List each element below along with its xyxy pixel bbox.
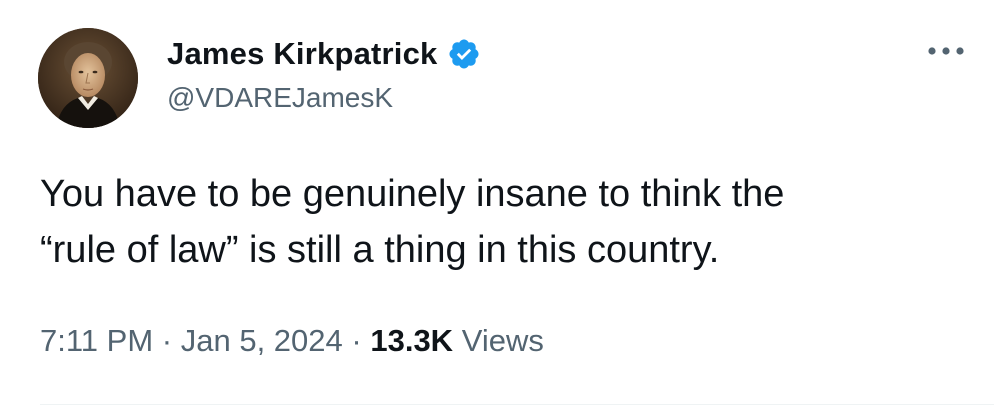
tweet-time[interactable]: 7:11 PM (40, 323, 153, 358)
divider (40, 404, 994, 405)
tweet-card: James Kirkpatrick @VDAREJamesK You have … (0, 0, 994, 413)
meta-separator: · (351, 323, 362, 358)
tweet-text-line: “rule of law” is still a thing in this c… (40, 229, 720, 271)
verified-badge-icon (447, 37, 481, 71)
meta-separator: · (161, 323, 173, 358)
portrait-image (38, 28, 138, 128)
avatar[interactable] (38, 28, 138, 128)
author-header: James Kirkpatrick @VDAREJamesK (167, 32, 481, 114)
views-label: Views (461, 323, 544, 358)
tweet-meta: 7:11 PM · Jan 5, 2024 · 13.3K Views (40, 323, 544, 359)
more-options-button[interactable] (924, 36, 968, 66)
tweet-text: You have to be genuinely insane to think… (40, 166, 940, 278)
name-row: James Kirkpatrick (167, 32, 481, 76)
tweet-text-line: You have to be genuinely insane to think… (40, 173, 785, 215)
views-count: 13.3K (370, 323, 454, 358)
display-name[interactable]: James Kirkpatrick (167, 36, 438, 72)
tweet-date[interactable]: Jan 5, 2024 (181, 323, 343, 358)
more-horizontal-icon (928, 47, 964, 55)
user-handle[interactable]: @VDAREJamesK (167, 82, 481, 114)
